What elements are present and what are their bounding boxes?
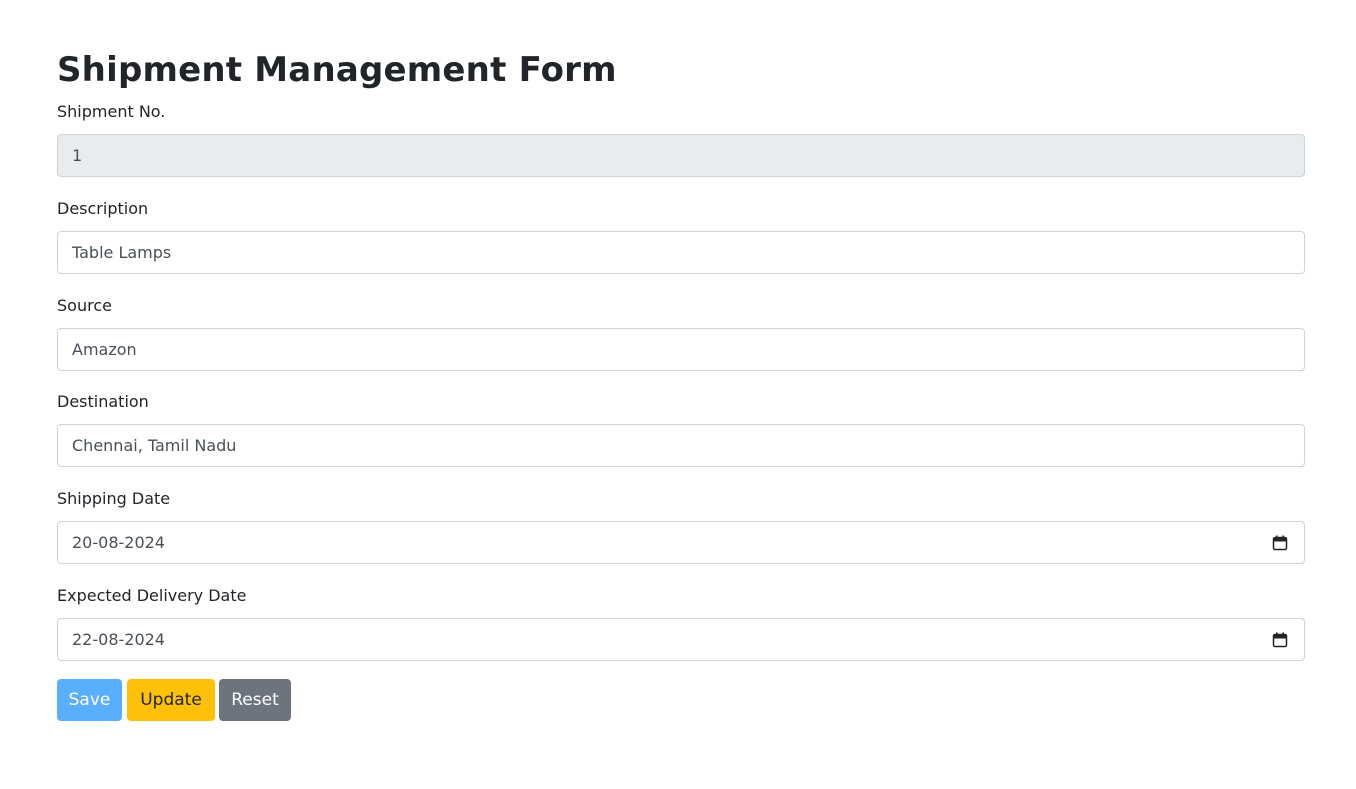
description-input[interactable]: Table Lamps (57, 231, 1305, 274)
source-input[interactable]: Amazon (57, 328, 1305, 371)
description-value: Table Lamps (72, 243, 172, 262)
calendar-icon[interactable] (1272, 632, 1288, 648)
destination-value: Chennai, Tamil Nadu (72, 436, 237, 455)
description-label: Description (57, 199, 149, 218)
expected-delivery-date-group: Expected Delivery Date 22-08-2024 (57, 584, 1305, 661)
shipping-date-value: 20-08-2024 (72, 533, 165, 552)
shipping-date-group: Shipping Date 20-08-2024 (57, 487, 1305, 564)
update-button[interactable]: Update (127, 679, 215, 721)
shipping-date-input[interactable]: 20-08-2024 (57, 521, 1305, 564)
destination-group: Destination Chennai, Tamil Nadu (57, 390, 1305, 467)
shipment-no-group: Shipment No. 1 (57, 100, 1305, 177)
description-group: Description Table Lamps (57, 197, 1305, 274)
source-group: Source Amazon (57, 294, 1305, 371)
shipment-no-label: Shipment No. (57, 102, 166, 121)
destination-label: Destination (57, 392, 149, 411)
page-title: Shipment Management Form (57, 50, 617, 90)
form-actions: Save Update Reset (57, 679, 291, 721)
calendar-icon[interactable] (1272, 535, 1288, 551)
shipping-date-label: Shipping Date (57, 489, 171, 508)
shipment-no-input: 1 (57, 134, 1305, 177)
expected-delivery-date-label: Expected Delivery Date (57, 586, 247, 605)
expected-delivery-date-input[interactable]: 22-08-2024 (57, 618, 1305, 661)
expected-delivery-date-value: 22-08-2024 (72, 630, 165, 649)
source-value: Amazon (72, 340, 137, 359)
reset-button[interactable]: Reset (219, 679, 291, 721)
save-button[interactable]: Save (57, 679, 122, 721)
source-label: Source (57, 296, 112, 315)
shipment-no-value: 1 (72, 146, 83, 165)
destination-input[interactable]: Chennai, Tamil Nadu (57, 424, 1305, 467)
